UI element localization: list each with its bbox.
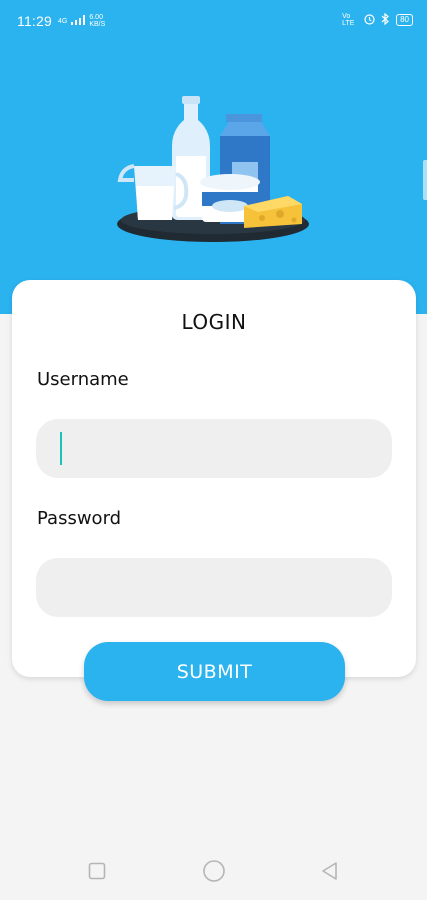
status-right-icons: Vo LTE 80 [342, 12, 413, 27]
signal-bars-icon [71, 15, 86, 27]
username-input[interactable] [36, 419, 392, 478]
status-time: 11:29 [17, 13, 52, 29]
status-bar: 11:29 4G 6.00 KB/S Vo LTE 80 [0, 0, 427, 44]
network-speed-unit: KB/S [89, 21, 106, 28]
network-speed: 6.00 KB/S [89, 14, 105, 28]
password-input[interactable] [36, 558, 392, 617]
recent-apps-button[interactable] [67, 845, 127, 900]
volte-label: Vo LTE [342, 13, 355, 27]
square-icon [88, 862, 106, 884]
password-label: Password [37, 508, 122, 529]
dairy-products-icon [112, 96, 317, 246]
username-label: Username [37, 369, 129, 390]
status-left-icons: 4G 6.00 KB/S [58, 14, 105, 28]
network-speed-value: 6.00 [89, 14, 103, 21]
triangle-back-icon [320, 861, 340, 885]
hero-banner: 11:29 4G 6.00 KB/S Vo LTE 80 [0, 0, 427, 314]
bluetooth-icon [381, 12, 390, 27]
submit-button[interactable]: SUBMIT [84, 642, 345, 701]
system-navigation-bar [0, 845, 427, 900]
battery-indicator: 80 [396, 14, 413, 26]
text-cursor [60, 432, 62, 465]
home-button[interactable] [184, 845, 244, 900]
alarm-icon [364, 13, 375, 27]
edge-panel-handle[interactable] [423, 160, 427, 200]
login-title: LOGIN [181, 310, 247, 334]
back-button[interactable] [300, 845, 360, 900]
signal-label: 4G [58, 17, 68, 25]
circle-icon [202, 859, 226, 887]
login-card: LOGIN Username Password [12, 280, 416, 677]
